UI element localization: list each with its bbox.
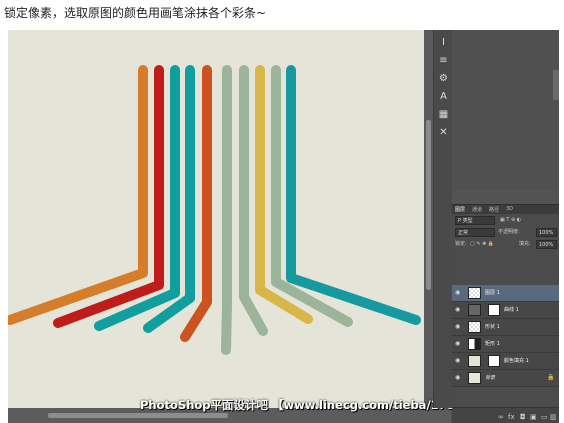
adjustment-icon: [468, 304, 481, 316]
watermark-text: PhotoShop平面设计吧 【www.linecg.com/tieba/178…: [140, 398, 475, 412]
lock-label: 锁定:: [455, 241, 467, 247]
layer-filter-select[interactable]: P 类型: [455, 216, 495, 225]
opacity-label: 不透明度:: [498, 229, 520, 235]
panel-tabs: 图层 通道 路径 3D: [452, 205, 559, 214]
layer-row[interactable]: ◉ 图层 1: [452, 285, 559, 302]
ruler-icon[interactable]: ▦: [437, 108, 450, 121]
fill-label: 填充:: [519, 241, 531, 247]
layer-thumbnail: [468, 372, 481, 384]
layer-name: 形状 1: [485, 324, 500, 330]
settings-icon[interactable]: ⚙: [437, 72, 450, 85]
visibility-icon[interactable]: ◉: [455, 324, 461, 330]
layer-thumbnail: [468, 287, 481, 299]
upper-panel-area: [452, 30, 559, 190]
transform-icon[interactable]: ✕: [437, 126, 450, 139]
visibility-icon[interactable]: ◉: [455, 341, 461, 347]
tab-3d[interactable]: 3D: [506, 206, 513, 212]
stripe-10: [286, 65, 421, 325]
layer-thumbnail: [468, 321, 481, 333]
type-tool-icon[interactable]: Ⅰ: [437, 36, 450, 49]
layer-mask-thumbnail: [488, 355, 500, 367]
layer-name: 颜色填充 1: [504, 358, 529, 364]
layer-row[interactable]: ◉ 形状 1: [452, 319, 559, 336]
tool-strip: Ⅰ ≡ ⚙ A ▦ ✕: [433, 30, 452, 408]
mask-icon[interactable]: ◘: [520, 413, 526, 421]
layer-row[interactable]: ◉ 颜色填充 1: [452, 353, 559, 370]
tab-paths[interactable]: 路径: [489, 206, 499, 213]
layer-name: 曲线 1: [504, 307, 519, 313]
panel-collapse-handle[interactable]: [553, 70, 559, 100]
vertical-scroll-thumb[interactable]: [426, 120, 431, 290]
visibility-icon[interactable]: ◉: [455, 307, 461, 313]
fill-field[interactable]: 100%: [536, 240, 557, 249]
blend-mode-select[interactable]: 正常: [455, 228, 495, 237]
layer-mask-thumbnail: [488, 304, 500, 316]
caption-text: 锁定像素，选取原图的颜色用画笔涂抹各个彩条~: [4, 6, 267, 20]
folder-icon[interactable]: ▭: [541, 413, 548, 421]
stripe-6: [221, 65, 232, 355]
layer-row[interactable]: ◉ 矩形 1: [452, 336, 559, 353]
visibility-icon[interactable]: ◉: [455, 358, 461, 364]
visibility-icon[interactable]: ◉: [455, 290, 461, 296]
layer-row[interactable]: ◉ 背景 🔒: [452, 370, 559, 387]
layer-row[interactable]: ◉ 曲线 1: [452, 302, 559, 319]
fx-icon[interactable]: fx: [508, 413, 515, 421]
new-layer-icon[interactable]: ▣: [530, 413, 537, 421]
tab-channels[interactable]: 通道: [472, 206, 482, 213]
stripes-group: [8, 65, 421, 355]
opacity-field[interactable]: 100%: [536, 228, 557, 237]
paragraph-icon[interactable]: ≡: [437, 54, 450, 67]
horizontal-scroll-thumb[interactable]: [48, 413, 228, 418]
photoshop-window: PhotoShop平面设计吧 【www.linecg.com/tieba/178…: [8, 30, 559, 423]
stripe-1: [8, 65, 148, 325]
layer-thumbnail: [468, 355, 481, 367]
layer-name: 背景: [485, 375, 496, 381]
trash-icon[interactable]: ▥: [550, 413, 557, 421]
visibility-icon[interactable]: ◉: [455, 375, 461, 381]
layer-name: 矩形 1: [485, 341, 500, 347]
lock-icon: 🔒: [547, 374, 555, 381]
vertical-scrollbar[interactable]: [424, 30, 433, 408]
layers-panel: 图层 通道 路径 3D P 类型 ▣ T ⊕ ◐ 正常 不透明度: 100% 锁…: [452, 204, 559, 423]
lock-icons[interactable]: ▢ ✎ ✥ 🔒: [470, 240, 494, 249]
layer-name: 图层 1: [485, 290, 500, 296]
tab-layers[interactable]: 图层: [455, 206, 465, 213]
text-icon[interactable]: A: [437, 90, 450, 103]
document-canvas[interactable]: [8, 30, 424, 408]
filter-icons[interactable]: ▣ T ⊕ ◐: [500, 216, 521, 225]
layer-thumbnail: [468, 338, 481, 350]
panel-footer: ∞ fx ◘ ▣ ▭ ▥: [452, 407, 559, 423]
link-icon[interactable]: ∞: [498, 413, 504, 421]
artwork-stripes: [8, 65, 421, 355]
